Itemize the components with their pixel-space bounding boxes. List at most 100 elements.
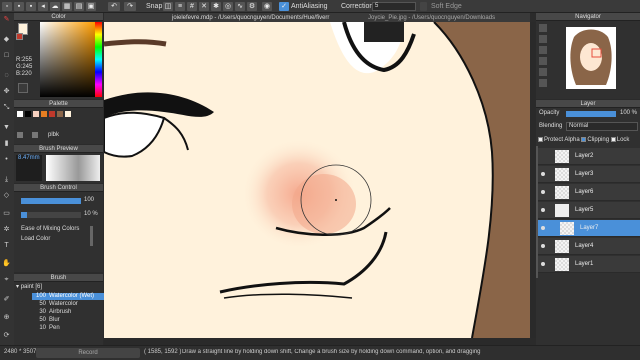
- rotate-left-icon[interactable]: [539, 57, 547, 65]
- lock-checkbox[interactable]: [610, 137, 616, 142]
- layer-row[interactable]: Layer3: [538, 166, 640, 183]
- color-mode-icon[interactable]: [18, 83, 28, 93]
- open-file-icon[interactable]: ▪: [14, 2, 24, 11]
- snap-extra-icon[interactable]: ◉: [262, 2, 272, 11]
- visibility-eye-icon[interactable]: [541, 190, 545, 194]
- palette-swatch[interactable]: [41, 111, 47, 117]
- visibility-eye-icon[interactable]: [541, 226, 545, 230]
- document-tab-active[interactable]: joielefevre.mdp - /Users/quocnguyen/Docu…: [172, 14, 329, 22]
- copy-icon[interactable]: ▣: [86, 2, 96, 11]
- flip-icon[interactable]: [539, 79, 547, 87]
- layer-row-selected[interactable]: Layer7: [538, 220, 640, 237]
- undo-icon[interactable]: ↶: [108, 2, 120, 11]
- palette-delete-icon[interactable]: [32, 132, 38, 138]
- color-g-value: G:245: [16, 64, 33, 70]
- document-tab[interactable]: Joycie_Pie.jpg - /Users/quocnguyen/Downl…: [368, 14, 495, 22]
- clipping-checkbox[interactable]: [581, 137, 587, 142]
- snap-curve-icon[interactable]: ∿: [235, 2, 245, 11]
- zoom-out-icon[interactable]: [539, 35, 547, 43]
- gradient-tool-icon[interactable]: ▮: [2, 139, 11, 148]
- top-toolbar: ▫ ▪ ▪ ◂ ☁ ▦ ▤ ▣ ↶ ↷ Snap ◫ ≡ # ✕ ✱ ◎ ∿ ⚙…: [0, 0, 640, 13]
- brush-size-value: 100: [84, 197, 95, 203]
- fill-tool-icon[interactable]: ▼: [2, 123, 11, 132]
- soft-edge-label: Soft Edge: [431, 3, 462, 10]
- zoom-in-icon[interactable]: [539, 24, 547, 32]
- brush-size-label: 8.47mm: [18, 155, 40, 161]
- transform-icon[interactable]: ⤡: [2, 103, 11, 112]
- palette-swatch[interactable]: [17, 111, 23, 117]
- snap-cross-icon[interactable]: #: [187, 2, 197, 11]
- snap-settings-icon[interactable]: ⚙: [247, 2, 257, 11]
- soft-edge-checkbox[interactable]: [420, 2, 427, 11]
- record-button[interactable]: Record: [36, 348, 140, 358]
- pen-tool-icon[interactable]: ✐: [2, 295, 11, 304]
- snap-off-icon[interactable]: ◫: [163, 2, 173, 11]
- layer-row[interactable]: Layer6: [538, 184, 640, 201]
- brush-preview-panel: Brush Preview 8.47mm: [14, 145, 103, 183]
- hue-slider[interactable]: [95, 22, 102, 97]
- grid-icon[interactable]: ▦: [62, 2, 72, 11]
- layer-row[interactable]: Layer1: [538, 256, 640, 273]
- layer-thumbnail: [555, 150, 569, 163]
- magic-wand-icon[interactable]: ✲: [2, 225, 11, 234]
- zoom-tool-icon[interactable]: ⊕: [2, 313, 11, 322]
- layer-row[interactable]: Layer2: [538, 148, 640, 165]
- brush-opacity-slider[interactable]: [21, 212, 81, 218]
- palette-add-icon[interactable]: [17, 132, 23, 138]
- save-icon[interactable]: ▪: [26, 2, 36, 11]
- dropper-icon[interactable]: ⤓: [2, 175, 11, 184]
- move-tool-icon[interactable]: ✥: [2, 87, 11, 96]
- layer-row[interactable]: Layer4: [538, 238, 640, 255]
- eyedropper-icon[interactable]: ⌖: [2, 275, 11, 284]
- select-rect-icon[interactable]: □: [2, 51, 11, 60]
- eraser-tool-icon[interactable]: ◆: [2, 35, 11, 44]
- fit-view-icon[interactable]: [539, 46, 547, 54]
- snap-circle-icon[interactable]: ◎: [223, 2, 233, 11]
- navigator-thumbnail[interactable]: [566, 27, 616, 89]
- shape-tool-icon[interactable]: ◇: [2, 191, 11, 200]
- redo-icon[interactable]: ↷: [124, 2, 136, 11]
- cloud-icon[interactable]: ☁: [50, 2, 60, 11]
- background-color-swatch[interactable]: [16, 33, 23, 40]
- antialiasing-checkbox[interactable]: ✓: [279, 2, 289, 11]
- palette-swatch[interactable]: [65, 111, 71, 117]
- visibility-eye-icon[interactable]: [541, 244, 545, 248]
- layer-opacity-slider[interactable]: [566, 111, 616, 117]
- hand-tool-icon[interactable]: ✋: [2, 259, 11, 268]
- visibility-eye-icon[interactable]: [541, 172, 545, 176]
- layers-icon[interactable]: ▤: [74, 2, 84, 11]
- layer-row[interactable]: Layer5: [538, 202, 640, 219]
- layer-name: Layer2: [575, 153, 594, 159]
- snap-parallel-icon[interactable]: ≡: [175, 2, 185, 11]
- protect-alpha-checkbox[interactable]: [538, 137, 543, 142]
- share-icon[interactable]: ◂: [38, 2, 48, 11]
- snap-label[interactable]: Snap: [146, 2, 162, 11]
- snap-radial-icon[interactable]: ✱: [211, 2, 221, 11]
- mix-slider[interactable]: [90, 226, 93, 246]
- hair-shape: [434, 22, 530, 338]
- lasso-icon[interactable]: ◌: [2, 71, 11, 80]
- rotate-tool-icon[interactable]: ⟳: [2, 331, 11, 340]
- dot-pen-icon[interactable]: •: [2, 155, 11, 164]
- palette-swatch[interactable]: [49, 111, 55, 117]
- snap-vanishing-icon[interactable]: ✕: [199, 2, 209, 11]
- new-file-icon[interactable]: ▫: [2, 2, 12, 11]
- load-color-label: Load Color: [21, 236, 51, 242]
- rotate-right-icon[interactable]: [539, 68, 547, 76]
- visibility-eye-icon[interactable]: [541, 208, 545, 212]
- palette-swatch[interactable]: [25, 111, 31, 117]
- brush-group-label[interactable]: ▾ paint [6]: [16, 284, 42, 291]
- brush-size-slider[interactable]: [21, 198, 81, 204]
- blending-select[interactable]: Normal: [566, 122, 638, 131]
- text-tool-icon[interactable]: T: [2, 241, 11, 250]
- palette-swatch[interactable]: [33, 111, 39, 117]
- drawing-canvas[interactable]: [104, 22, 530, 338]
- palette-swatch[interactable]: [57, 111, 63, 117]
- color-picker-square[interactable]: [40, 22, 95, 97]
- divide-tool-icon[interactable]: ▭: [2, 209, 11, 218]
- brush-tool-icon[interactable]: ✎: [2, 15, 11, 24]
- visibility-eye-icon[interactable]: [541, 262, 545, 266]
- canvas-horizontal-scrollbar[interactable]: [104, 338, 530, 345]
- antialiasing-label: AntiAliasing: [291, 3, 328, 10]
- correction-select[interactable]: 5: [372, 2, 416, 11]
